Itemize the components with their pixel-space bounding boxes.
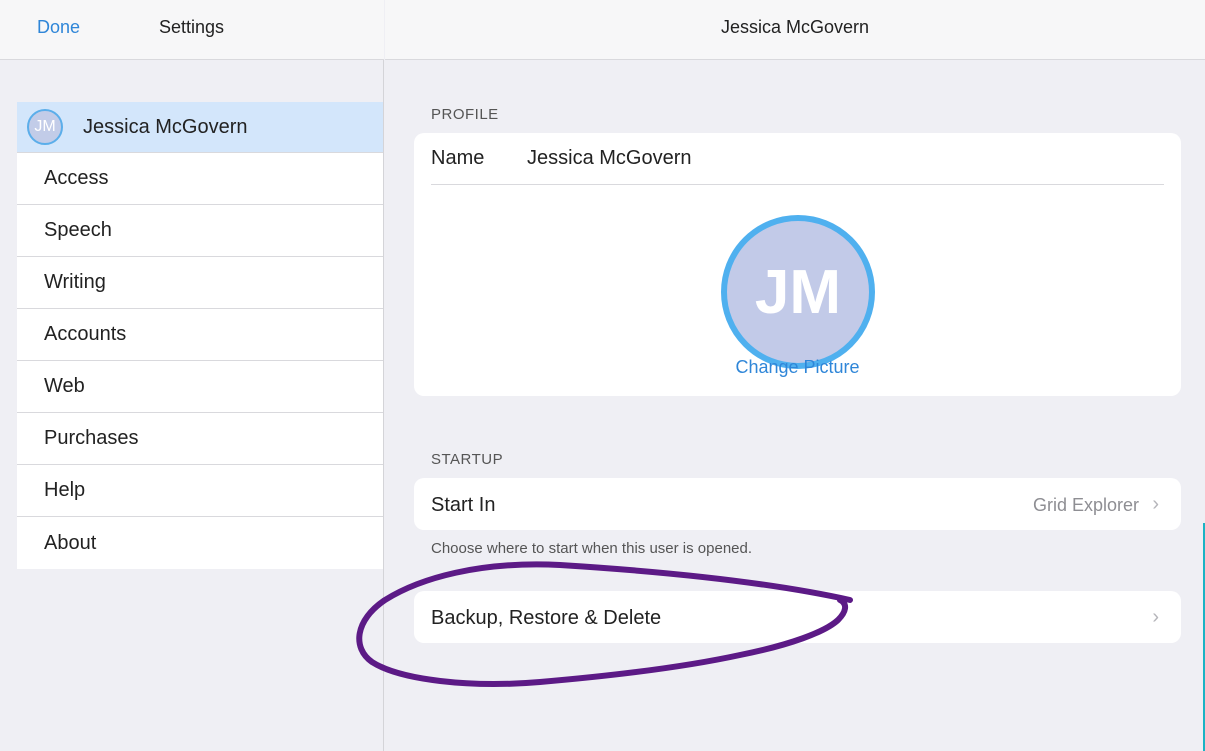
sidebar-nav-bar: Done Settings [0, 0, 384, 60]
detail-pane: Jessica McGovern PROFILE Name Jessica Mc… [385, 0, 1205, 751]
settings-sidebar: Done Settings JM Jessica McGovern Access… [0, 0, 384, 751]
sidebar-item-label: Jessica McGovern [83, 115, 248, 138]
startup-footer-text: Choose where to start when this user is … [431, 540, 753, 557]
chevron-right-icon: › [1152, 493, 1159, 515]
sidebar-item-speech[interactable]: Speech [17, 205, 383, 257]
sidebar-item-label: Access [44, 167, 109, 189]
backup-restore-delete-row[interactable]: Backup, Restore & Delete › [414, 591, 1181, 643]
chevron-right-icon: › [1152, 606, 1159, 628]
sidebar-item-writing[interactable]: Writing [17, 257, 383, 309]
avatar: JM [27, 109, 63, 145]
sidebar-item-label: About [44, 531, 97, 554]
name-field[interactable]: Jessica McGovern [527, 147, 692, 170]
sidebar-item-about[interactable]: About [17, 517, 383, 569]
sidebar-item-web[interactable]: Web [17, 361, 383, 413]
name-row[interactable]: Name Jessica McGovern [431, 133, 1164, 185]
sidebar-item-purchases[interactable]: Purchases [17, 413, 383, 465]
startup-section-header: STARTUP [431, 451, 504, 468]
profile-section-header: PROFILE [431, 106, 499, 123]
sidebar-item-label: Accounts [44, 323, 127, 345]
start-in-row[interactable]: Start In Grid Explorer › [414, 478, 1181, 530]
profile-card: Name Jessica McGovern JM Change Picture [414, 133, 1181, 396]
name-label: Name [431, 147, 485, 169]
backup-restore-delete-label: Backup, Restore & Delete [431, 607, 662, 629]
sidebar-item-label: Help [44, 479, 86, 501]
sidebar-item-label: Web [44, 375, 85, 397]
sidebar-item-label: Speech [44, 219, 112, 241]
sidebar-item-access[interactable]: Access [17, 153, 383, 205]
sidebar-item-label: Writing [44, 271, 106, 293]
start-in-label: Start In [431, 494, 496, 516]
sidebar-title: Settings [159, 17, 225, 37]
sidebar-item-label: Purchases [44, 427, 139, 449]
change-picture-button[interactable]: Change Picture [414, 357, 1181, 378]
detail-nav-bar: Jessica McGovern [385, 0, 1205, 60]
sidebar-item-accounts[interactable]: Accounts [17, 309, 383, 361]
start-in-value: Grid Explorer [1032, 495, 1139, 515]
settings-menu: JM Jessica McGovern Access Speech Writin… [17, 102, 383, 569]
sidebar-item-user[interactable]: JM Jessica McGovern [17, 102, 383, 153]
sidebar-item-help[interactable]: Help [17, 465, 383, 517]
profile-avatar[interactable]: JM [721, 215, 875, 369]
done-button[interactable]: Done [37, 17, 80, 38]
page-title: Jessica McGovern [720, 17, 870, 37]
